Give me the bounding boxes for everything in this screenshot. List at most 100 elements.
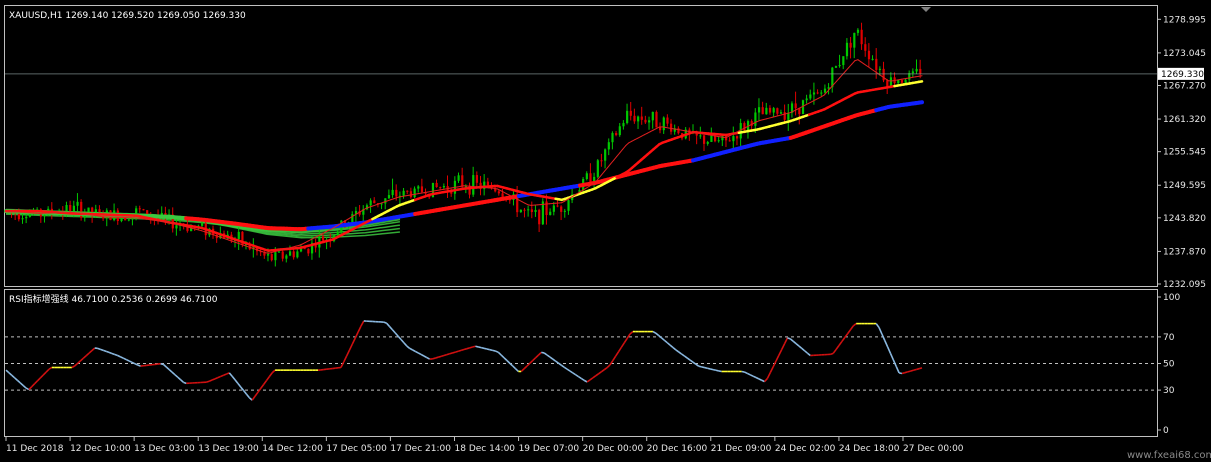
candle-body xyxy=(615,133,618,136)
candle-body xyxy=(475,175,479,183)
candle-body xyxy=(849,42,852,48)
rsi-segment xyxy=(512,365,517,370)
rsi-segment xyxy=(403,342,408,347)
rsi-segment xyxy=(626,333,631,339)
rsi-segment xyxy=(111,352,116,356)
candle-body xyxy=(834,66,838,68)
rsi-segment xyxy=(440,354,445,358)
candle-body xyxy=(351,214,354,223)
rsi-segment xyxy=(566,368,571,372)
rsi-segment xyxy=(435,356,439,359)
candle-body xyxy=(816,92,819,94)
time-tick-label: 14 Dec 12:00 xyxy=(262,444,323,454)
rsi-segment xyxy=(907,370,911,373)
candle-body xyxy=(651,111,654,121)
rsi-segment xyxy=(351,337,356,345)
candle-body xyxy=(387,195,391,199)
rsi-segment xyxy=(217,375,221,379)
time-tick-label: 17 Dec 05:00 xyxy=(326,444,387,454)
rsi-segment xyxy=(45,368,50,373)
candle-body xyxy=(699,135,702,137)
candle-body xyxy=(655,111,658,128)
rsi-segment xyxy=(472,345,476,348)
candle-body xyxy=(457,175,460,181)
candle-body xyxy=(281,251,284,259)
candle-body xyxy=(611,133,614,143)
rsi-segment xyxy=(789,338,794,342)
rsi-segment xyxy=(758,378,763,381)
fast-ma-segment xyxy=(646,131,651,134)
rsi-segment xyxy=(769,366,774,374)
current-price-label: 1269.330 xyxy=(1161,70,1204,80)
rsi-segment xyxy=(835,345,840,350)
candle-body xyxy=(761,107,764,115)
fast-ma-segment xyxy=(613,156,618,161)
rsi-segment xyxy=(489,348,493,352)
fast-ma-segment xyxy=(808,101,813,104)
rsi-line xyxy=(5,320,923,401)
rsi-segment xyxy=(655,332,660,337)
rsi-segment xyxy=(741,370,745,373)
chart-canvas[interactable]: 1269.330 XAUUSD,H1 1269.140 1269.520 126… xyxy=(0,0,1211,462)
candle-body xyxy=(757,107,761,113)
candle-body xyxy=(900,79,904,83)
candle-body xyxy=(538,209,541,225)
time-tick-label: 12 Dec 10:00 xyxy=(70,444,131,454)
candle-body xyxy=(25,216,28,219)
rsi-segment xyxy=(483,347,488,350)
candle-body xyxy=(666,117,669,124)
rsi-segment xyxy=(506,359,511,364)
candle-body xyxy=(138,208,141,210)
rsi-segment xyxy=(747,372,751,376)
rsi-segment xyxy=(478,346,482,349)
rsi-segment xyxy=(766,372,772,379)
rsi-segment xyxy=(237,382,242,388)
rsi-segment xyxy=(103,349,107,353)
rsi-segment xyxy=(698,365,702,368)
rsi-segment xyxy=(265,376,270,382)
candle-body xyxy=(721,135,724,141)
shift-marker-icon[interactable] xyxy=(921,7,931,12)
candle-body xyxy=(76,201,79,206)
candle-body xyxy=(867,50,871,60)
fast-ma-segment xyxy=(649,129,654,133)
candle-body xyxy=(285,255,288,259)
candle-body xyxy=(915,68,918,72)
rsi-header: RSI指标增强线 46.7100 0.2536 0.2699 46.7100 xyxy=(9,293,218,305)
rsi-segment xyxy=(904,371,908,374)
candle-body xyxy=(875,58,878,70)
chart-window[interactable]: 1269.330 XAUUSD,H1 1269.140 1269.520 126… xyxy=(0,0,1211,462)
candle-body xyxy=(395,189,398,197)
rsi-segment xyxy=(546,354,551,358)
candle-body xyxy=(321,236,325,241)
rsi-segment xyxy=(841,337,846,343)
rsi-tick-label: 50 xyxy=(1163,360,1175,370)
rsi-segment xyxy=(5,369,10,374)
rsi-segment xyxy=(603,367,608,371)
candle-body xyxy=(853,32,856,48)
candle-body xyxy=(292,251,295,258)
price-tick-label: 1232.095 xyxy=(1163,280,1206,290)
rsi-segment xyxy=(783,337,789,345)
candle-body xyxy=(556,205,559,207)
candle-body xyxy=(607,142,610,150)
rsi-segment xyxy=(469,346,473,349)
rsi-segment xyxy=(617,346,623,353)
candle-body xyxy=(420,186,424,192)
rsi-segment xyxy=(910,369,914,372)
rsi-segment xyxy=(340,361,345,368)
rsi-segment xyxy=(600,369,605,373)
rsi-segment xyxy=(36,377,41,382)
rsi-segment xyxy=(88,350,93,354)
rsi-segment xyxy=(460,348,465,352)
fast-ma-segment xyxy=(622,145,627,150)
candle-body xyxy=(728,140,731,142)
fast-ma-segment xyxy=(869,67,874,71)
fast-ma-segment xyxy=(793,108,798,112)
candle-body xyxy=(735,136,739,139)
rsi-segment xyxy=(245,393,250,399)
fast-ma-segment xyxy=(307,238,312,242)
price-tick-label: 1237.870 xyxy=(1163,247,1206,257)
candle-body xyxy=(373,200,376,204)
rsi-segment xyxy=(832,348,837,354)
